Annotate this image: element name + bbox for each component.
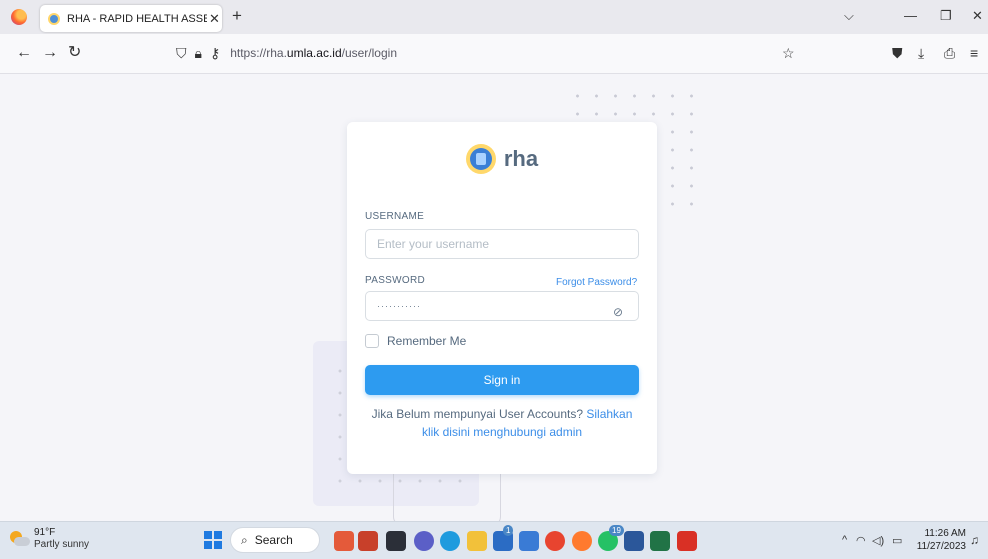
search-icon: ⌕ (241, 532, 248, 547)
widgets-app-icon[interactable] (334, 531, 354, 551)
search-label: Search (254, 533, 293, 547)
excel-icon[interactable] (650, 531, 670, 551)
register-note: Jika Belum mempunyai User Accounts? Sila… (367, 405, 637, 441)
login-page: rha USERNAME PASSWORD Forgot Password? ⊘… (0, 75, 988, 521)
remember-me[interactable]: Remember Me (365, 334, 466, 348)
username-label: USERNAME (365, 211, 425, 222)
forgot-password-link[interactable]: Forgot Password? (556, 277, 637, 288)
url-text[interactable]: https://rha.umla.ac.id/user/login (230, 46, 397, 60)
weather-desc[interactable]: Partly sunny (34, 539, 89, 550)
word-icon[interactable] (624, 531, 644, 551)
volume-icon[interactable]: ◁) (872, 534, 884, 547)
remember-me-label[interactable]: Remember Me (387, 334, 466, 348)
taskbar-search[interactable]: ⌕ Search (230, 527, 320, 553)
minimize-icon[interactable]: — (904, 8, 917, 23)
brand-name: rha (503, 146, 539, 171)
rha-logo-icon (465, 144, 496, 174)
username-input[interactable] (365, 229, 639, 259)
browser-tab[interactable]: RHA - RAPID HEALTH ASSESSM ✕ (40, 5, 222, 32)
rha-favicon-icon (48, 12, 60, 25)
key-icon[interactable]: ⚷ (210, 46, 220, 60)
show-hidden-icons-chevron-icon[interactable]: ^ (842, 534, 847, 546)
url-bar[interactable]: ⛉ 🔒︎ ⚷ https://rha.umla.ac.id/user/login (176, 46, 397, 60)
pocket-icon[interactable]: ⛊ (892, 45, 903, 61)
whatsapp-badge: 19 (609, 525, 624, 536)
restore-icon[interactable]: ❐ (940, 8, 952, 24)
opera-icon[interactable] (545, 531, 565, 551)
star-bookmark-icon[interactable]: ☆ (782, 45, 795, 61)
clock-time[interactable]: 11:26 AM (918, 528, 966, 539)
clock-date[interactable]: 11/27/2023 (906, 541, 966, 552)
forward-arrow-icon[interactable]: → (42, 44, 58, 62)
remember-me-checkbox[interactable] (365, 334, 379, 348)
tab-title: RHA - RAPID HEALTH ASSESSM (67, 12, 207, 25)
brand: rha (347, 144, 657, 174)
file-explorer-icon[interactable] (467, 531, 487, 551)
new-tab-button[interactable]: + (232, 7, 242, 24)
firefox-logo-icon[interactable] (11, 9, 27, 25)
lock-icon[interactable]: 🔒︎ (195, 46, 202, 60)
sign-in-button[interactable]: Sign in (365, 365, 639, 395)
list-tabs-chevron-icon[interactable]: ⌵ (844, 8, 854, 24)
partly-sunny-icon[interactable] (10, 531, 30, 547)
task-view-icon[interactable] (386, 531, 406, 551)
register-text: Jika Belum mempunyai User Accounts? (371, 407, 587, 421)
password-input[interactable] (365, 291, 639, 321)
close-tab-icon[interactable]: ✕ (209, 11, 220, 27)
windows-taskbar: 91°F Partly sunny ⌕ Search 1 19 ^ ◠ ◁) ▭… (0, 521, 988, 559)
back-arrow-icon[interactable]: ← (16, 44, 32, 62)
battery-icon[interactable]: ▭ (892, 534, 902, 547)
share-icon[interactable]: ⎙ (944, 45, 955, 61)
close-window-icon[interactable]: ✕ (972, 8, 983, 24)
download-icon[interactable]: ⤓ (918, 45, 924, 61)
browser-nav-bar: ← → ↻ ⛉ 🔒︎ ⚷ https://rha.umla.ac.id/user… (0, 34, 988, 74)
windows-start-icon[interactable] (204, 531, 222, 549)
edge-icon[interactable] (440, 531, 460, 551)
app-icon[interactable] (358, 531, 378, 551)
eye-off-icon[interactable]: ⊘ (613, 305, 623, 319)
weather-temp[interactable]: 91°F (34, 527, 55, 538)
reload-icon[interactable]: ↻ (68, 44, 81, 62)
firefox-taskbar-icon[interactable] (572, 531, 592, 551)
notification-bell-icon[interactable]: ♫ (970, 533, 979, 547)
wifi-icon[interactable]: ◠ (856, 534, 866, 547)
browser-tab-bar: RHA - RAPID HEALTH ASSESSM ✕ + ⌵ — ❐ ✕ (0, 0, 988, 34)
acrobat-icon[interactable] (677, 531, 697, 551)
menu-icon[interactable]: ≡ (970, 45, 978, 61)
chat-icon[interactable] (414, 531, 434, 551)
login-card: rha USERNAME PASSWORD Forgot Password? ⊘… (347, 122, 657, 474)
shield-icon[interactable]: ⛉ (176, 46, 187, 60)
app-icon[interactable] (519, 531, 539, 551)
password-label: PASSWORD (365, 275, 425, 286)
